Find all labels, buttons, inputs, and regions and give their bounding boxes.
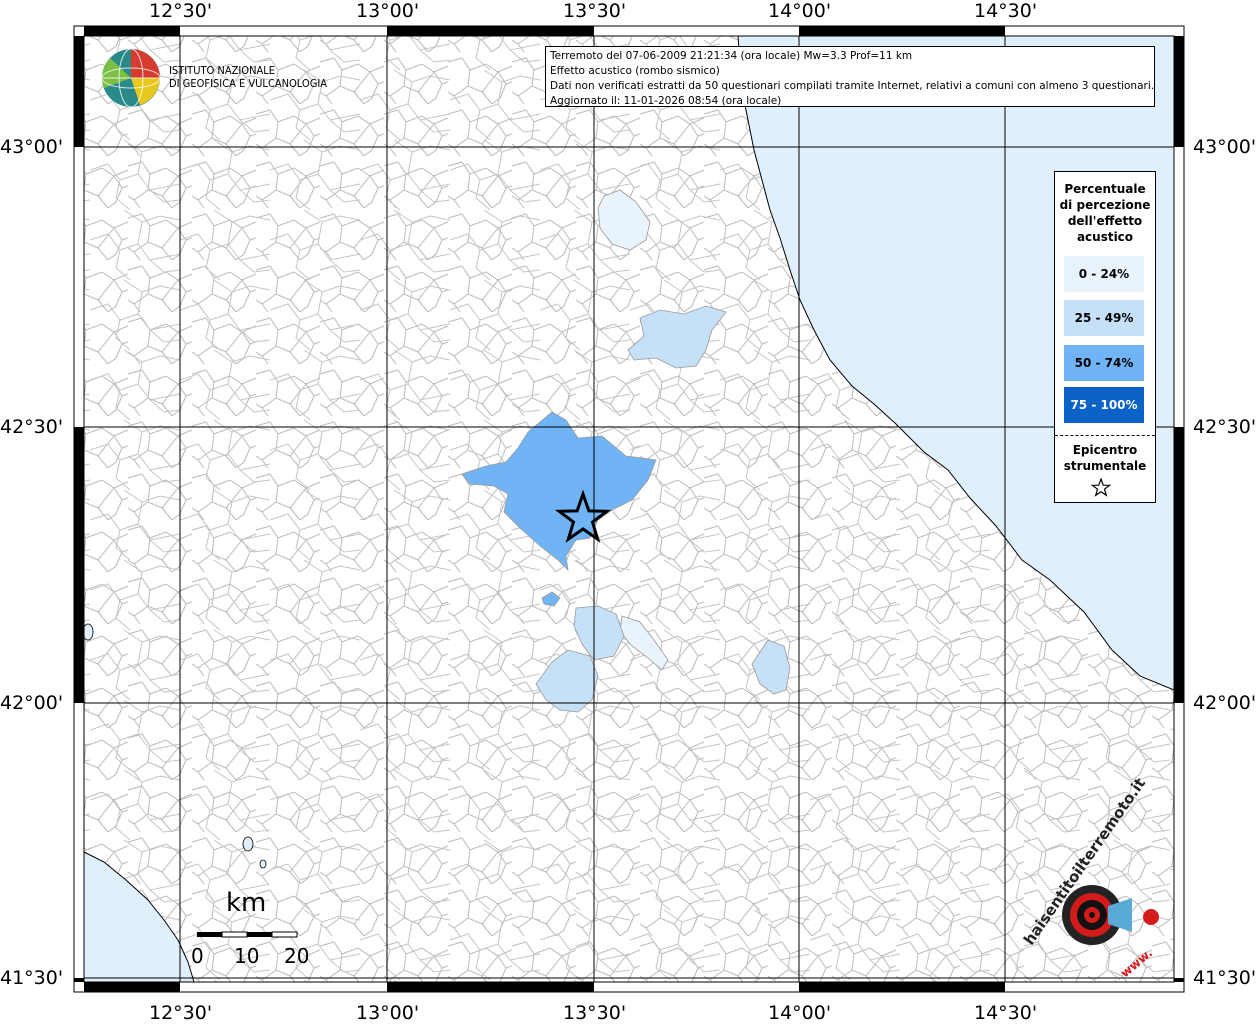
legend-title-line: Percentuale bbox=[1064, 182, 1146, 196]
lat-label-right: 42°30' bbox=[1193, 416, 1257, 438]
legend-title-line: dell'effetto bbox=[1067, 214, 1143, 228]
lat-label-right: 42°00' bbox=[1193, 692, 1257, 714]
lat-label-right: 41°30' bbox=[1193, 967, 1257, 989]
scale-tick-label: 0 bbox=[191, 944, 204, 968]
legend-title: Percentuale di percezione dell'effetto a… bbox=[1055, 181, 1155, 245]
legend-swatch-0-24: 0 - 24% bbox=[1064, 256, 1144, 292]
lake bbox=[242, 836, 254, 852]
lon-label-bottom: 13°30' bbox=[563, 1002, 627, 1024]
legend-epicenter-label: Epicentro strumentale bbox=[1055, 442, 1155, 474]
legend-title-line: di percezione bbox=[1059, 198, 1151, 212]
lon-label-bottom: 13°00' bbox=[356, 1002, 420, 1024]
legend-box: Percentuale di percezione dell'effetto a… bbox=[1054, 171, 1156, 503]
logo-line: DI GEOFISICA E VULCANOLOGIA bbox=[169, 77, 328, 90]
info-event-line: Terremoto del 07-06-2009 21:21:34 (ora l… bbox=[550, 50, 913, 62]
info-updated-line: Aggiornato il: 11-01-2026 08:54 (ora loc… bbox=[550, 95, 782, 107]
info-data-note-line: Dati non verificati estratti da 50 quest… bbox=[550, 80, 1155, 92]
lake bbox=[259, 859, 267, 869]
info-effect-line: Effetto acustico (rombo sismico) bbox=[550, 65, 720, 77]
lat-label-left: 41°30' bbox=[0, 967, 64, 989]
lat-label-left: 42°30' bbox=[0, 416, 64, 438]
lon-label-bottom: 12°30' bbox=[149, 1002, 213, 1024]
logo-line: ISTITUTO NAZIONALE bbox=[169, 64, 276, 77]
lon-label-top: 13°30' bbox=[563, 0, 627, 22]
earthquake-info-box: Terremoto del 07-06-2009 21:21:34 (ora l… bbox=[545, 46, 1155, 107]
lon-label-top: 14°30' bbox=[974, 0, 1038, 22]
scale-unit-label: km bbox=[226, 888, 267, 918]
legend-swatch-75-100: 75 - 100% bbox=[1064, 387, 1144, 423]
lat-label-left: 43°00' bbox=[0, 136, 64, 158]
scale-bar bbox=[197, 931, 298, 938]
lon-label-top: 13°00' bbox=[356, 0, 420, 22]
lon-label-top: 14°00' bbox=[768, 0, 832, 22]
ingv-logo-icon bbox=[101, 48, 161, 108]
legend-epicenter-line: strumentale bbox=[1063, 459, 1147, 473]
ingv-logo-text: ISTITUTO NAZIONALE DI GEOFISICA E VULCAN… bbox=[169, 64, 327, 90]
scale-tick-label: 10 bbox=[234, 944, 260, 968]
legend-separator bbox=[1055, 435, 1155, 436]
lon-label-bottom: 14°30' bbox=[974, 1002, 1038, 1024]
scale-tick-label: 20 bbox=[284, 944, 310, 968]
legend-swatch-50-74: 50 - 74% bbox=[1064, 345, 1144, 381]
legend-star-icon bbox=[1091, 478, 1111, 497]
lat-label-right: 43°00' bbox=[1193, 136, 1257, 158]
legend-epicenter-line: Epicentro bbox=[1072, 443, 1138, 457]
legend-swatch-25-49: 25 - 49% bbox=[1064, 300, 1144, 336]
lon-label-top: 12°30' bbox=[149, 0, 213, 22]
legend-title-line: acustico bbox=[1076, 230, 1134, 244]
lat-label-left: 42°00' bbox=[0, 692, 64, 714]
lon-label-bottom: 14°00' bbox=[768, 1002, 832, 1024]
